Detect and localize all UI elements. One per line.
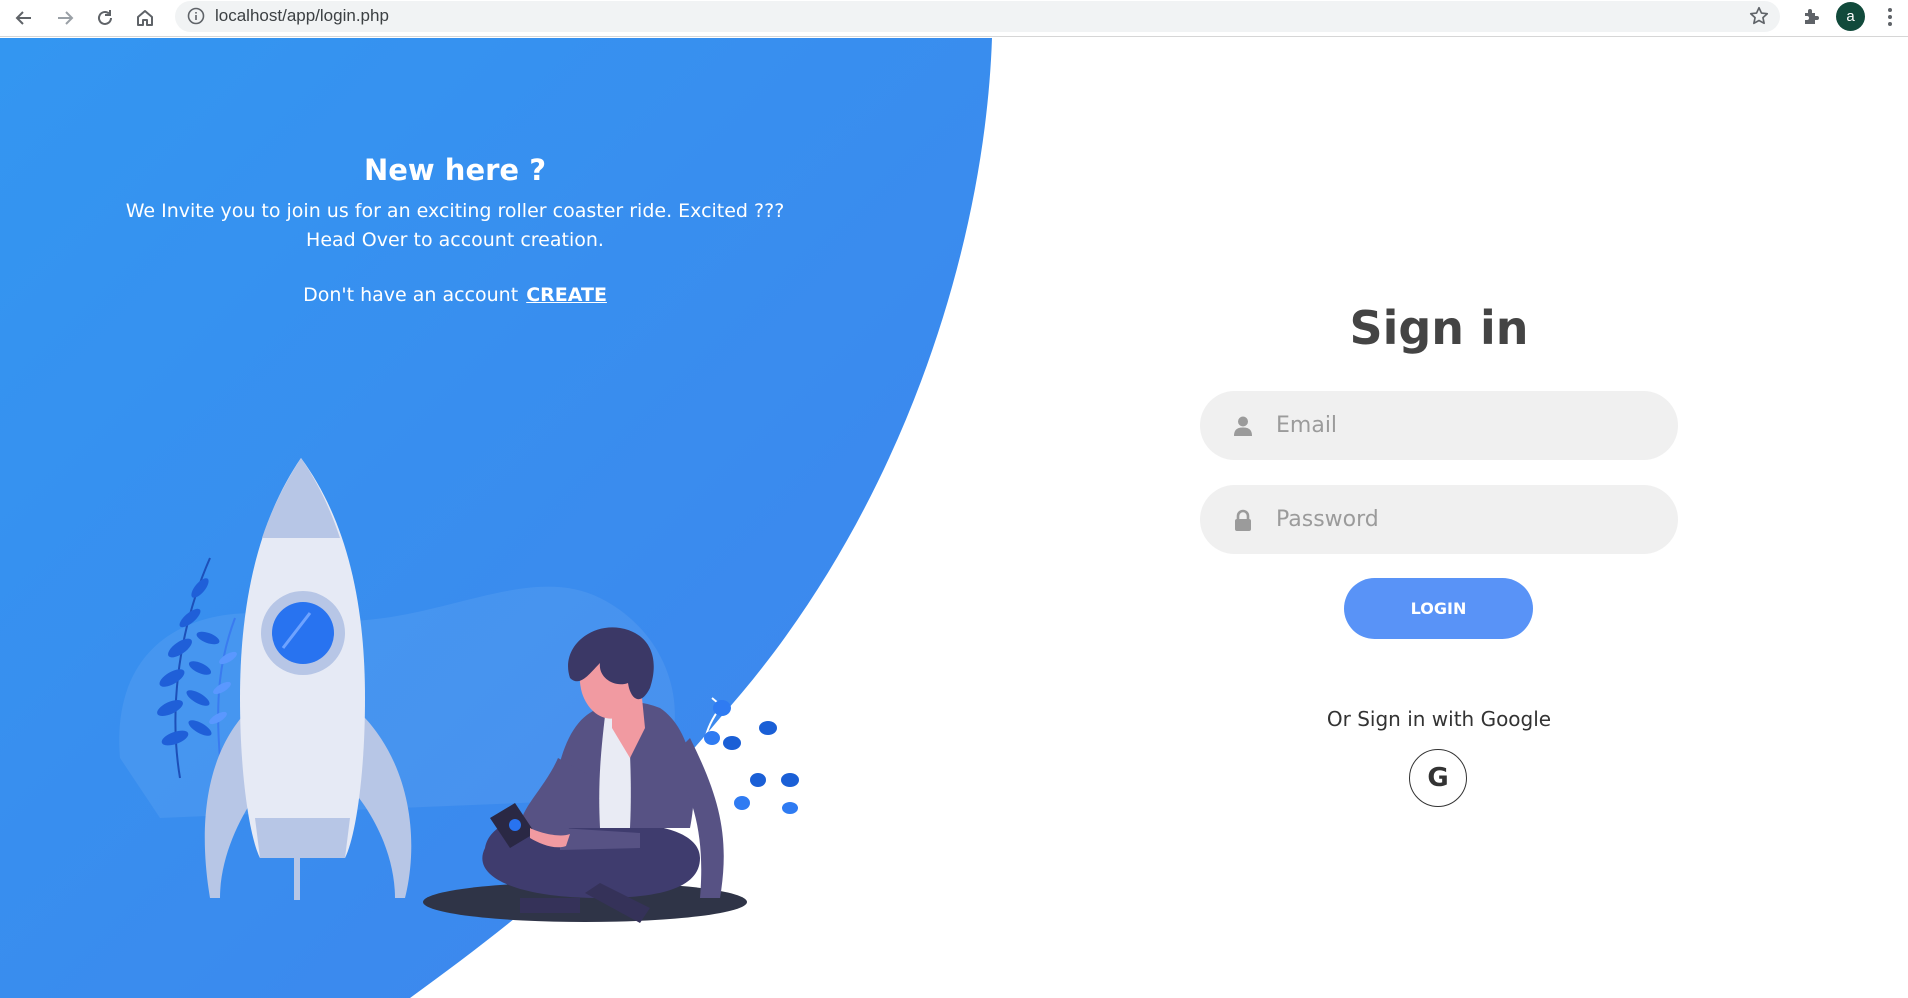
extensions-button[interactable] — [1797, 3, 1825, 31]
arrow-right-icon — [58, 11, 74, 25]
bookmark-star-icon[interactable] — [1748, 5, 1770, 27]
login-button[interactable]: LOGIN — [1344, 578, 1533, 639]
google-icon: G — [1427, 763, 1449, 793]
page-content: New here ? We Invite you to join us for … — [0, 38, 1908, 998]
avatar-letter: a — [1846, 8, 1855, 25]
signin-form: Sign in LOGIN Or Sign in with Google G — [1200, 301, 1678, 807]
google-signin-text: Or Sign in with Google — [1326, 707, 1552, 731]
address-bar[interactable]: localhost/app/login.php — [175, 1, 1780, 32]
url-text: localhost/app/login.php — [215, 6, 389, 25]
email-field-wrapper — [1200, 391, 1678, 460]
home-button[interactable] — [129, 2, 161, 34]
more-vert-icon — [1888, 8, 1892, 26]
home-icon — [137, 10, 153, 26]
profile-avatar[interactable]: a — [1836, 2, 1865, 31]
browser-menu-button[interactable] — [1880, 3, 1900, 31]
info-icon[interactable] — [187, 7, 205, 25]
password-field-wrapper — [1200, 485, 1678, 554]
reload-button[interactable] — [89, 2, 121, 34]
password-input[interactable] — [1276, 485, 1656, 554]
email-input[interactable] — [1276, 391, 1656, 460]
forward-button[interactable] — [49, 2, 81, 34]
signin-title: Sign in — [1349, 301, 1529, 355]
back-button[interactable] — [8, 2, 40, 34]
reload-icon — [98, 10, 112, 25]
puzzle-piece-icon — [1805, 9, 1819, 24]
arrow-left-icon — [15, 11, 31, 25]
lock-icon — [1235, 509, 1251, 531]
google-signin-button[interactable]: G — [1409, 749, 1467, 807]
user-icon — [1234, 416, 1252, 436]
browser-toolbar: localhost/app/login.php a — [0, 0, 1908, 37]
